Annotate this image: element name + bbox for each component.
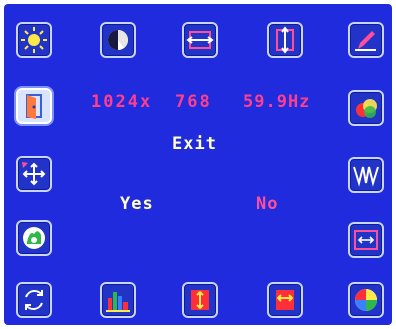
resolution-width: 1024x <box>91 92 153 112</box>
resolution-height: 768 <box>175 92 212 112</box>
sharpness-icon[interactable] <box>348 22 384 58</box>
clock-icon[interactable] <box>348 222 384 258</box>
reset-icon[interactable] <box>16 282 52 318</box>
osd-vertical-position-icon[interactable] <box>182 282 218 318</box>
osd-horizontal-position-icon[interactable] <box>267 282 303 318</box>
osd-menu: 1024x 768 59.9Hz Exit Yes No <box>4 4 392 325</box>
phase-icon[interactable] <box>348 157 384 193</box>
position-icon[interactable] <box>16 156 52 192</box>
brightness-icon[interactable] <box>16 22 52 58</box>
yes-option[interactable]: Yes <box>120 194 154 214</box>
color-temperature-icon[interactable] <box>348 282 384 318</box>
color-icon[interactable] <box>348 90 384 126</box>
contrast-icon[interactable] <box>100 22 136 58</box>
refresh-rate: 59.9Hz <box>243 92 311 112</box>
color-levels-icon[interactable] <box>100 282 136 318</box>
vertical-size-icon[interactable] <box>267 22 303 58</box>
auto-adjust-icon[interactable] <box>16 220 52 256</box>
exit-icon[interactable] <box>16 88 52 124</box>
horizontal-size-icon[interactable] <box>182 22 218 58</box>
no-option[interactable]: No <box>256 194 278 214</box>
exit-title: Exit <box>172 134 217 154</box>
